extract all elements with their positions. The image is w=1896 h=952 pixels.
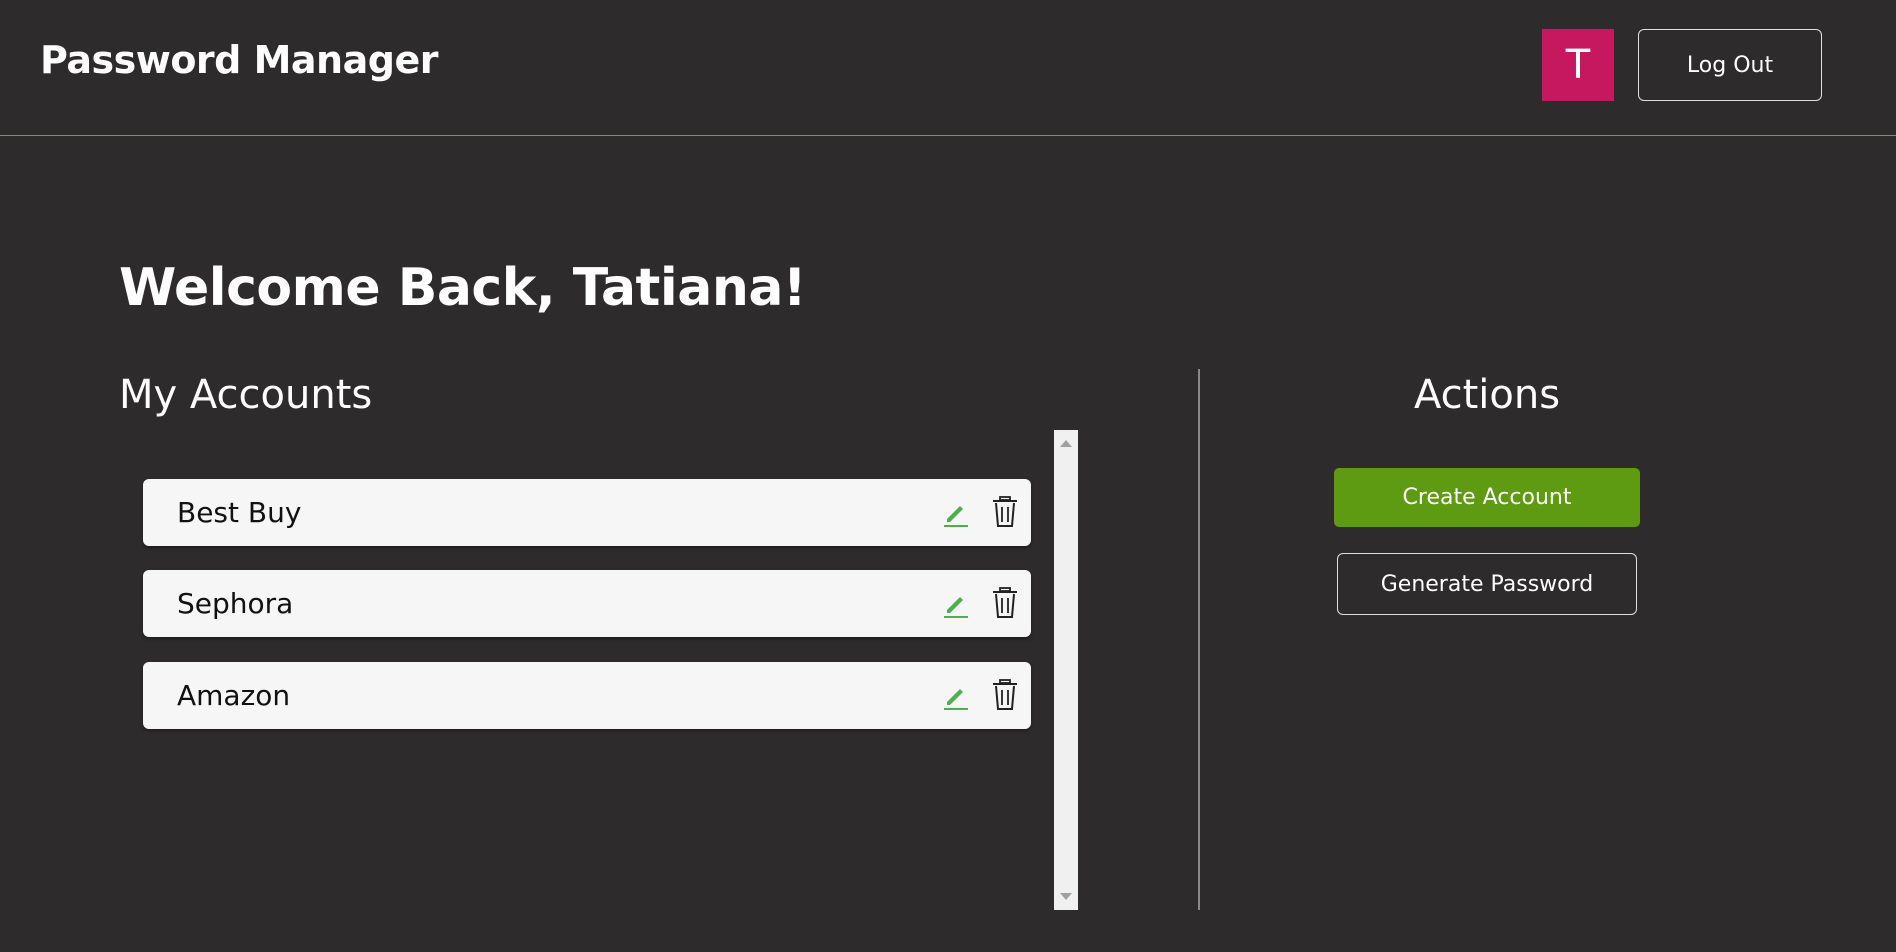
trash-icon[interactable] bbox=[989, 678, 1021, 712]
avatar[interactable]: T bbox=[1542, 29, 1614, 101]
trash-icon[interactable] bbox=[989, 586, 1021, 620]
pencil-icon[interactable] bbox=[939, 588, 971, 620]
app-title: Password Manager bbox=[40, 38, 438, 82]
scroll-down-arrow-icon[interactable] bbox=[1060, 893, 1072, 900]
vertical-divider bbox=[1198, 369, 1200, 910]
account-row-amazon[interactable]: Amazon bbox=[143, 662, 1031, 729]
account-name: Amazon bbox=[177, 679, 291, 712]
account-row-sephora[interactable]: Sephora bbox=[143, 570, 1031, 637]
accounts-list: Best Buy Sephora Amazon bbox=[120, 430, 1080, 910]
generate-password-button[interactable]: Generate Password bbox=[1337, 553, 1637, 615]
actions-title: Actions bbox=[1413, 372, 1561, 418]
account-name: Sephora bbox=[177, 587, 294, 620]
logout-button[interactable]: Log Out bbox=[1638, 29, 1822, 101]
pencil-icon[interactable] bbox=[939, 680, 971, 712]
welcome-heading: Welcome Back, Tatiana! bbox=[119, 258, 807, 318]
accounts-scrollbar[interactable] bbox=[1054, 430, 1078, 910]
scroll-up-arrow-icon[interactable] bbox=[1060, 440, 1072, 447]
account-name: Best Buy bbox=[177, 496, 302, 529]
accounts-title: My Accounts bbox=[119, 372, 373, 418]
trash-icon[interactable] bbox=[989, 495, 1021, 529]
app-header: Password Manager T Log Out bbox=[0, 0, 1896, 136]
pencil-icon[interactable] bbox=[939, 497, 971, 529]
account-row-best-buy[interactable]: Best Buy bbox=[143, 479, 1031, 546]
create-account-button[interactable]: Create Account bbox=[1334, 468, 1640, 527]
